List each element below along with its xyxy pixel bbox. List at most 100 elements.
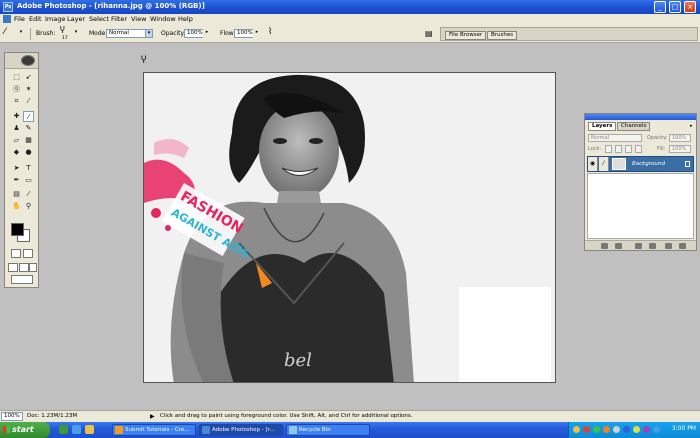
photoshop-app-icon[interactable]: Ps bbox=[3, 2, 13, 12]
brush-tool-icon[interactable]: ⁄ bbox=[23, 111, 34, 122]
menu-select[interactable]: Select bbox=[89, 15, 109, 23]
tray-extra-icon[interactable] bbox=[653, 426, 660, 433]
screen-mode-full-menu[interactable] bbox=[19, 263, 29, 272]
mode-dropdown-arrow[interactable]: ▾ bbox=[145, 29, 153, 38]
brush-tip-icon[interactable]: Ⴤ bbox=[60, 26, 65, 35]
mode-label: Mode: bbox=[89, 30, 108, 37]
task-recycle-bin[interactable]: Recycle Bin bbox=[286, 424, 370, 436]
tray-volume-icon[interactable] bbox=[613, 426, 620, 433]
fill-field[interactable]: 100% bbox=[669, 145, 691, 153]
tray-misc-icon[interactable] bbox=[643, 426, 650, 433]
layers-palette-titlebar[interactable] bbox=[585, 114, 696, 120]
layer-opacity-field[interactable]: 100% bbox=[669, 134, 691, 142]
quicklaunch-internet-icon[interactable] bbox=[59, 425, 68, 434]
magic-wand-tool-icon[interactable]: ✶ bbox=[23, 84, 34, 95]
close-button[interactable]: × bbox=[684, 1, 696, 13]
opacity-slider-arrow[interactable]: ▸ bbox=[203, 29, 211, 38]
eyedropper-tool-icon[interactable]: ⁄ bbox=[23, 189, 34, 200]
menu-help[interactable]: Help bbox=[178, 15, 193, 23]
tray-update-icon[interactable] bbox=[603, 426, 610, 433]
brush-dropdown[interactable]: ▾ bbox=[72, 29, 80, 38]
layer-visibility-eye-icon[interactable]: ◉ bbox=[588, 157, 598, 171]
maximize-button[interactable]: □ bbox=[669, 1, 681, 13]
trash-icon[interactable] bbox=[679, 243, 686, 249]
zoom-tool-icon[interactable]: ⚲ bbox=[23, 201, 34, 212]
menu-window[interactable]: Window bbox=[150, 15, 176, 23]
zoom-field[interactable]: 100% bbox=[1, 412, 23, 421]
marquee-tool-icon[interactable]: ⬚ bbox=[11, 72, 22, 83]
lock-position-checkbox[interactable] bbox=[625, 145, 632, 153]
menu-edit[interactable]: Edit bbox=[29, 15, 42, 23]
menu-file[interactable]: File bbox=[14, 15, 25, 23]
quicklaunch-desktop-icon[interactable] bbox=[85, 425, 94, 434]
mode-select[interactable]: Normal bbox=[106, 29, 146, 38]
menu-image[interactable]: Image bbox=[45, 15, 65, 23]
notes-tool-icon[interactable]: ▤ bbox=[11, 189, 22, 200]
layer-row-background[interactable]: ◉ ⁄ Background bbox=[587, 156, 694, 172]
quick-mask-button[interactable] bbox=[23, 249, 33, 258]
crop-tool-icon[interactable]: ⌗ bbox=[11, 96, 22, 107]
tray-shield-icon[interactable] bbox=[583, 426, 590, 433]
toolbox-header[interactable] bbox=[5, 53, 38, 69]
flow-field[interactable]: 100% bbox=[234, 29, 254, 38]
status-arrow-icon[interactable]: ▶ bbox=[150, 413, 155, 420]
menu-layer[interactable]: Layer bbox=[67, 15, 85, 23]
healing-brush-icon[interactable]: ✚ bbox=[11, 111, 22, 122]
history-brush-icon[interactable]: ✎ bbox=[23, 123, 34, 134]
shape-tool-icon[interactable]: ▭ bbox=[23, 175, 34, 186]
tab-file-browser[interactable]: File Browser bbox=[445, 31, 487, 40]
layer-style-icon[interactable] bbox=[601, 243, 608, 249]
opacity-field[interactable]: 100% bbox=[184, 29, 204, 38]
tray-chevron-icon[interactable] bbox=[573, 426, 580, 433]
type-tool-icon[interactable]: T bbox=[23, 163, 34, 174]
tab-brushes[interactable]: Brushes bbox=[487, 31, 518, 40]
task-submit-tutorials[interactable]: Submit Tutorials - Cre... bbox=[112, 424, 196, 436]
layer-mask-icon[interactable] bbox=[615, 243, 622, 249]
screen-mode-standard[interactable] bbox=[8, 263, 18, 272]
palette-well-icon[interactable]: ▤ bbox=[425, 29, 433, 38]
move-tool-icon[interactable]: ➹ bbox=[23, 72, 34, 83]
document-size[interactable]: Doc: 1.23M/1.23M bbox=[27, 413, 77, 419]
tray-messenger-icon[interactable] bbox=[623, 426, 630, 433]
eye-logo-icon[interactable] bbox=[21, 55, 35, 66]
path-selection-icon[interactable]: ➤ bbox=[11, 163, 22, 174]
airbrush-icon[interactable]: ⌇ bbox=[268, 27, 272, 37]
jump-to-imageready[interactable] bbox=[11, 275, 33, 284]
hand-tool-icon[interactable]: ✋ bbox=[11, 201, 22, 212]
clone-stamp-icon[interactable]: ♟ bbox=[11, 123, 22, 134]
taskbar-clock[interactable]: 3:00 PM bbox=[672, 425, 696, 432]
standard-mode-button[interactable] bbox=[11, 249, 21, 258]
tool-preset-dropdown[interactable]: ▾ bbox=[17, 29, 25, 38]
flow-slider-arrow[interactable]: ▸ bbox=[253, 29, 261, 38]
minimize-button[interactable]: _ bbox=[654, 1, 666, 13]
start-button[interactable]: start bbox=[0, 422, 50, 438]
new-layer-set-icon[interactable] bbox=[635, 243, 642, 249]
brush-tool-icon[interactable]: ⁄ bbox=[4, 27, 6, 37]
foreground-color-swatch[interactable] bbox=[11, 223, 24, 236]
tray-network-icon[interactable] bbox=[593, 426, 600, 433]
document-icon[interactable] bbox=[3, 15, 11, 23]
eraser-tool-icon[interactable]: ▱ bbox=[11, 135, 22, 146]
menu-filter[interactable]: Filter bbox=[111, 15, 127, 23]
menu-view[interactable]: View bbox=[131, 15, 146, 23]
adjustment-layer-icon[interactable] bbox=[649, 243, 656, 249]
blur-tool-icon[interactable]: ◆ bbox=[11, 147, 22, 158]
tab-layers[interactable]: Layers bbox=[588, 122, 617, 131]
gradient-tool-icon[interactable]: ▦ bbox=[23, 135, 34, 146]
document-canvas[interactable]: FASHION AGAINST AIDS bel bbox=[143, 72, 556, 383]
pen-tool-icon[interactable]: ✒ bbox=[11, 175, 22, 186]
new-layer-icon[interactable] bbox=[665, 243, 672, 249]
lock-transparency-checkbox[interactable] bbox=[605, 145, 612, 153]
lock-all-checkbox[interactable] bbox=[635, 145, 642, 153]
screen-mode-full[interactable] bbox=[29, 263, 37, 272]
tab-channels[interactable]: Channels bbox=[617, 122, 651, 131]
lasso-tool-icon[interactable]: ⓠ bbox=[11, 84, 22, 95]
tray-app-icon[interactable] bbox=[633, 426, 640, 433]
blend-mode-select[interactable]: Normal bbox=[588, 134, 642, 142]
slice-tool-icon[interactable]: ⁄ bbox=[23, 96, 34, 107]
dodge-tool-icon[interactable]: ● bbox=[23, 147, 34, 158]
task-adobe-photoshop[interactable]: Adobe Photoshop - [r... bbox=[199, 424, 283, 436]
palette-menu-arrow-icon[interactable]: ▸ bbox=[690, 123, 693, 129]
lock-pixels-checkbox[interactable] bbox=[615, 145, 622, 153]
quicklaunch-ie-icon[interactable] bbox=[72, 425, 81, 434]
